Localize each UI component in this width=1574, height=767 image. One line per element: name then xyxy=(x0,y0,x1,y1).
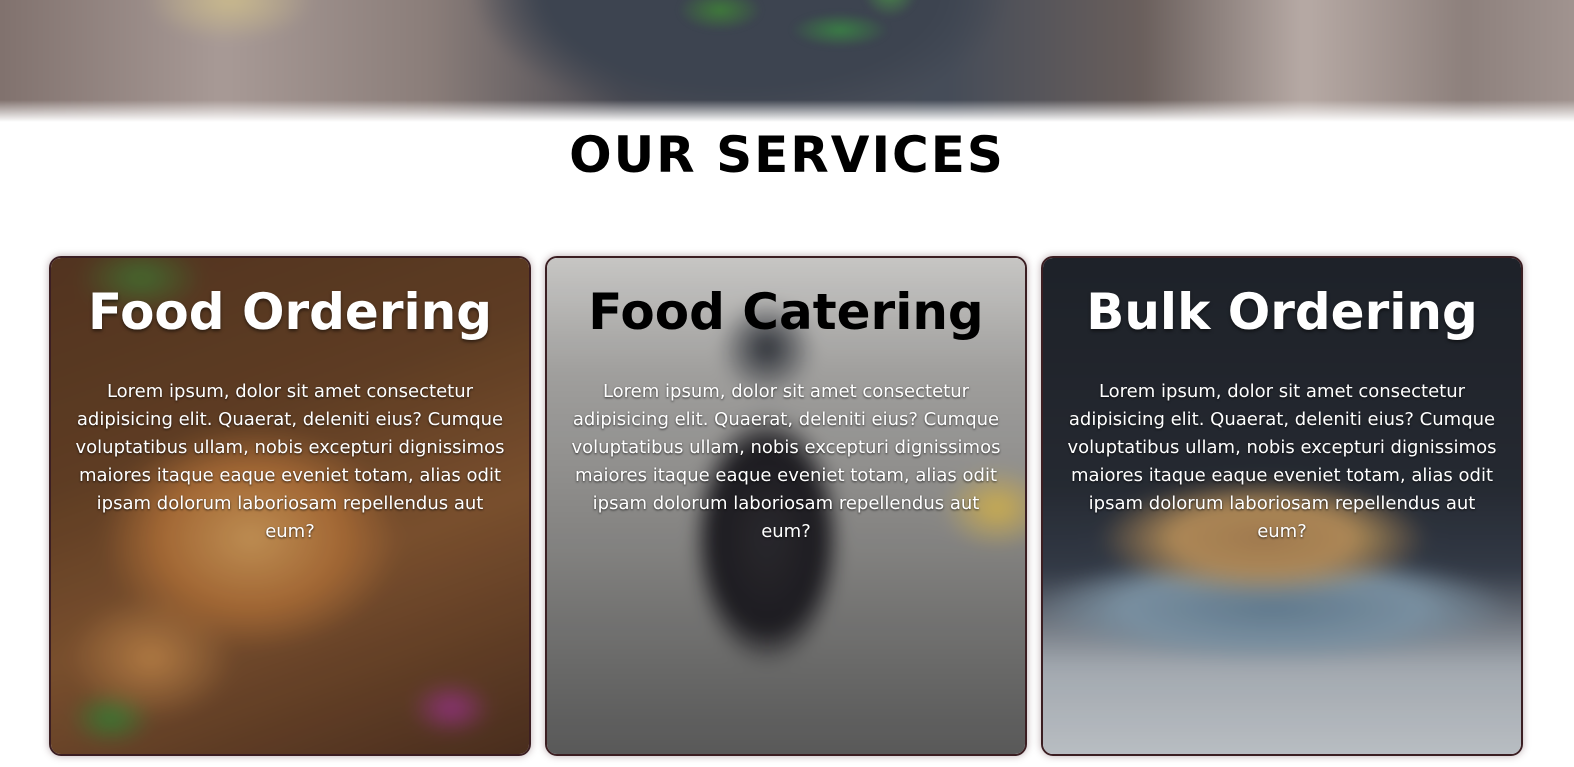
card-description: Lorem ipsum, dolor sit amet consectetur … xyxy=(571,381,1001,542)
card-content: Bulk Ordering Lorem ipsum, dolor sit ame… xyxy=(1043,258,1521,546)
card-description: Lorem ipsum, dolor sit amet consectetur … xyxy=(75,381,505,542)
card-title: Food Catering xyxy=(588,283,984,341)
hero-image-strip xyxy=(0,0,1574,122)
card-description: Lorem ipsum, dolor sit amet consectetur … xyxy=(1067,381,1497,542)
service-card-food-ordering[interactable]: Food Ordering Lorem ipsum, dolor sit ame… xyxy=(49,256,531,756)
card-content: Food Catering Lorem ipsum, dolor sit ame… xyxy=(547,258,1025,546)
card-title: Bulk Ordering xyxy=(1086,283,1478,341)
card-content: Food Ordering Lorem ipsum, dolor sit ame… xyxy=(51,258,529,546)
card-title: Food Ordering xyxy=(87,283,493,341)
hero-herb-garnish xyxy=(640,0,960,110)
service-card-bulk-ordering[interactable]: Bulk Ordering Lorem ipsum, dolor sit ame… xyxy=(1041,256,1523,756)
service-card-food-catering[interactable]: Food Catering Lorem ipsum, dolor sit ame… xyxy=(545,256,1027,756)
hero-fade-overlay xyxy=(0,100,1574,122)
section-title: OUR SERVICES xyxy=(569,126,1005,184)
